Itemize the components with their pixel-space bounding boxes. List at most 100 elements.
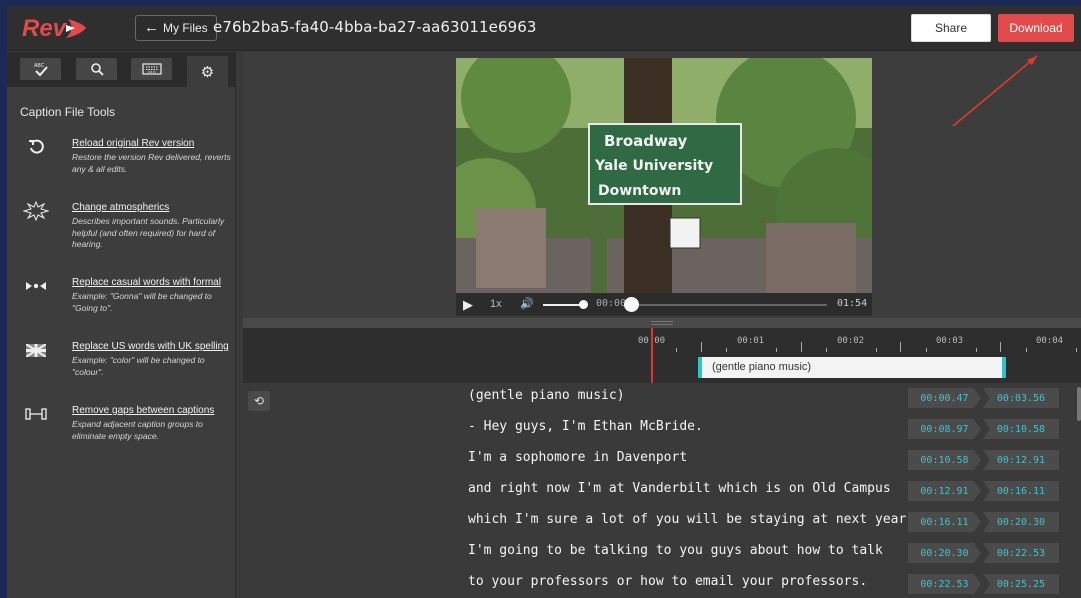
keyboard-icon xyxy=(141,63,162,75)
atmospherics-icon xyxy=(23,201,49,221)
timeline-minor-tick xyxy=(726,348,727,352)
video-still: Broadway Yale University Downtown xyxy=(456,58,872,316)
caption-end-time[interactable]: 00:20.30 xyxy=(983,512,1059,532)
caption-list: ⟲ (gentle piano music) 00:00.47 00:03.56… xyxy=(243,383,1081,598)
share-button[interactable]: Share xyxy=(911,14,991,42)
rev-logo-text: Rev xyxy=(22,15,68,42)
tool-description: Expand adjacent caption groups to elimin… xyxy=(72,419,203,441)
caption-start-time[interactable]: 00:22.53 xyxy=(908,574,981,594)
caption-row[interactable]: I'm going to be talking to you guys abou… xyxy=(243,538,1081,569)
tool-name[interactable]: Replace casual words with formal xyxy=(72,277,221,288)
caption-row[interactable]: and right now I'm at Vanderbilt which is… xyxy=(243,476,1081,507)
video-area: Broadway Yale University Downtown ▶ 1x 🔊… xyxy=(243,52,1081,318)
search-icon xyxy=(90,63,104,76)
timeline-tick xyxy=(801,342,802,352)
caption-start-time[interactable]: 00:20.30 xyxy=(908,543,981,563)
spellcheck-icon: ABC xyxy=(34,63,48,77)
timeline-minor-tick xyxy=(776,348,777,352)
caption-text[interactable]: and right now I'm at Vanderbilt which is… xyxy=(468,481,891,496)
tool-name[interactable]: Replace US words with UK spelling xyxy=(72,341,229,352)
timeline-tick xyxy=(701,342,702,352)
file-title: e76b2ba5-fa40-4bba-ba27-aa63011e6963 xyxy=(213,18,537,36)
caption-start-time[interactable]: 00:10.58 xyxy=(908,450,981,470)
my-files-label: My Files xyxy=(163,21,208,35)
caption-text[interactable]: - Hey guys, I'm Ethan McBride. xyxy=(468,419,703,434)
reload-icon xyxy=(23,138,49,156)
caption-text[interactable]: I'm going to be talking to you guys abou… xyxy=(468,543,883,558)
timeline[interactable]: 00:00 00:01 00:02 00:03 00:04 (gentle pi… xyxy=(243,328,1081,383)
download-button[interactable]: Download xyxy=(998,14,1074,42)
search-tab[interactable] xyxy=(76,58,117,80)
gap-icon xyxy=(23,405,49,423)
caption-row[interactable]: to your professors or how to email your … xyxy=(243,569,1081,598)
progress-track[interactable] xyxy=(631,304,827,306)
caption-editor-app: Rev ← My Files e76b2ba5-fa40-4bba-ba27-a… xyxy=(7,6,1081,598)
gear-icon: ⚙ xyxy=(200,63,215,81)
playhead[interactable] xyxy=(651,328,653,383)
play-button[interactable]: ▶ xyxy=(463,297,473,313)
sidebar-tool-tabs: ABC ⚙ xyxy=(7,52,236,87)
rev-logo[interactable]: Rev xyxy=(20,13,90,43)
current-time: 00:00 xyxy=(596,298,627,309)
caption-end-time[interactable]: 00:03.56 xyxy=(983,388,1059,408)
caption-start-time[interactable]: 00:00.47 xyxy=(908,388,981,408)
timeline-minor-tick xyxy=(826,348,827,352)
timeline-tick xyxy=(1000,342,1001,352)
timeline-tick-label: 00:01 xyxy=(737,336,765,346)
timeline-minor-tick xyxy=(676,348,677,352)
timeline-tick-label: 00:04 xyxy=(1036,336,1064,346)
caption-start-time[interactable]: 00:12.91 xyxy=(908,481,981,501)
caption-text[interactable]: which I'm sure a lot of you will be stay… xyxy=(468,512,914,527)
uk-flag-icon xyxy=(23,341,49,359)
top-bar: Rev ← My Files e76b2ba5-fa40-4bba-ba27-a… xyxy=(7,6,1081,51)
caption-row[interactable]: - Hey guys, I'm Ethan McBride. 00:08.97 … xyxy=(243,414,1081,445)
tool-description: Example: "Gonna" will be changed to "Goi… xyxy=(72,291,212,313)
caption-text[interactable]: to your professors or how to email your … xyxy=(468,574,867,589)
volume-icon[interactable]: 🔊 xyxy=(520,297,534,310)
timeline-minor-tick xyxy=(876,348,877,352)
my-files-button[interactable]: ← My Files xyxy=(135,15,217,41)
timeline-tick xyxy=(900,342,901,352)
tool-name[interactable]: Reload original Rev version xyxy=(72,138,194,149)
street-sign-line-2: Yale University xyxy=(594,158,713,174)
timeline-caption-block[interactable]: (gentle piano music) xyxy=(698,357,1006,378)
caption-text[interactable]: (gentle piano music) xyxy=(468,388,625,403)
caption-text[interactable]: I'm a sophomore in Davenport xyxy=(468,450,687,465)
caption-end-time[interactable]: 00:12.91 xyxy=(983,450,1059,470)
tool-description: Restore the version Rev delivered, rever… xyxy=(72,152,231,174)
formal-words-icon xyxy=(23,277,49,295)
volume-knob[interactable] xyxy=(579,300,588,309)
sidebar: ABC ⚙ Caption File Tools Reload original… xyxy=(7,52,236,598)
timeline-minor-tick xyxy=(976,348,977,352)
annotation-arrow xyxy=(952,55,1038,127)
timeline-minor-tick xyxy=(926,348,927,352)
video-frame[interactable]: Broadway Yale University Downtown xyxy=(456,58,872,316)
resize-divider[interactable] xyxy=(243,318,1081,328)
settings-tab[interactable]: ⚙ xyxy=(187,56,228,87)
keyboard-tab[interactable] xyxy=(131,58,172,80)
volume-slider[interactable] xyxy=(543,304,583,306)
caption-start-time[interactable]: 00:16.11 xyxy=(908,512,981,532)
tool-name[interactable]: Change atmospherics xyxy=(72,202,169,213)
tool-name[interactable]: Remove gaps between captions xyxy=(72,405,214,416)
speed-selector[interactable]: 1x xyxy=(490,298,502,310)
progress-knob[interactable] xyxy=(624,297,639,312)
street-sign-line-1: Broadway xyxy=(604,132,688,150)
tool-description: Describes important sounds. Particularly… xyxy=(72,216,225,249)
caption-start-time[interactable]: 00:08.97 xyxy=(908,419,981,439)
caption-end-time[interactable]: 00:22.53 xyxy=(983,543,1059,563)
sidebar-title: Caption File Tools xyxy=(20,105,116,119)
street-sign-line-3: Downtown xyxy=(598,183,681,199)
caption-end-time[interactable]: 00:10.58 xyxy=(983,419,1059,439)
svg-text:ABC: ABC xyxy=(34,63,45,69)
caption-row[interactable]: I'm a sophomore in Davenport 00:10.58 00… xyxy=(243,445,1081,476)
drag-handle-icon[interactable] xyxy=(651,321,673,325)
back-arrow-icon: ← xyxy=(144,19,159,36)
caption-row[interactable]: which I'm sure a lot of you will be stay… xyxy=(243,507,1081,538)
timeline-minor-tick xyxy=(1076,348,1077,352)
timeline-tick-label: 00:02 xyxy=(837,336,865,346)
caption-end-time[interactable]: 00:16.11 xyxy=(983,481,1059,501)
caption-end-time[interactable]: 00:25.25 xyxy=(983,574,1059,594)
spellcheck-tab[interactable]: ABC xyxy=(20,58,61,80)
caption-row[interactable]: (gentle piano music) 00:00.47 00:03.56 xyxy=(243,383,1081,414)
